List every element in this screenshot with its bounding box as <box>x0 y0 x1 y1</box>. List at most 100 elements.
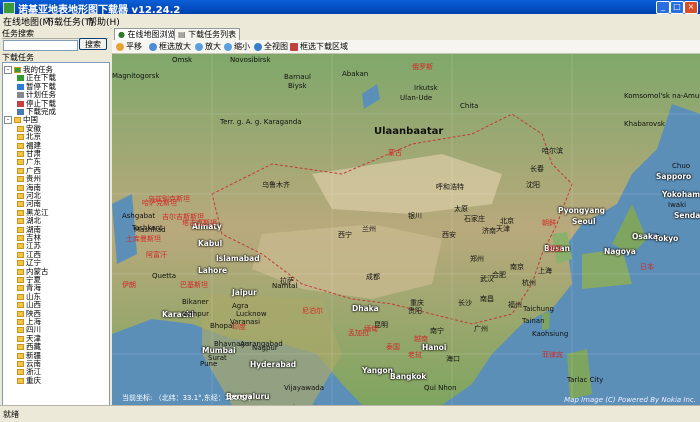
map-cn-label: 俄罗斯 <box>412 63 433 71</box>
map-cn-label: 泰国 <box>386 343 400 351</box>
map-label: Chita <box>460 102 479 110</box>
map-cn-label: 天津 <box>496 225 510 233</box>
menu-download-tasks[interactable]: 下载任务(T) <box>45 15 94 28</box>
map-cn-label: 南昌 <box>480 295 494 303</box>
folder-icon <box>17 293 24 300</box>
task-status-icon <box>17 92 24 99</box>
map-label: Barnaul <box>284 73 311 81</box>
tab-bar: ● 在线地图浏览 ▤ 下载任务列表 <box>112 28 700 41</box>
close-button[interactable]: × <box>684 1 698 14</box>
folder-icon <box>17 327 24 334</box>
map-cn-label: 南宁 <box>430 327 444 335</box>
map-cn-label: 缅甸 <box>364 325 378 333</box>
zoom-in-button[interactable]: 放大 <box>195 41 221 52</box>
minimize-button[interactable]: _ <box>656 1 670 14</box>
pan-button[interactable]: 平移 <box>116 41 142 52</box>
folder-icon <box>17 352 24 359</box>
zoom-in-icon <box>195 42 203 51</box>
map-label: Biysk <box>288 82 307 90</box>
title-bar: 诺基亚地表地形图下载器 v12.24.2 _ □ × <box>0 0 700 16</box>
maximize-button[interactable]: □ <box>670 1 684 14</box>
search-button[interactable]: 搜索 <box>79 38 107 50</box>
map-label: Islamabad <box>216 254 260 263</box>
zoom-out-label: 缩小 <box>234 42 250 51</box>
box-zoom-button[interactable]: 框选放大 <box>149 41 191 52</box>
map-label: Komsomol'sk na-Amure <box>624 92 700 100</box>
expand-icon[interactable]: - <box>4 116 12 125</box>
box-zoom-label: 框选放大 <box>159 42 191 51</box>
tab-download-list[interactable]: ▤ 下载任务列表 <box>174 28 241 40</box>
map-cn-label: 土库曼斯坦 <box>126 235 161 243</box>
folder-icon <box>17 335 24 342</box>
folder-icon <box>17 319 24 325</box>
menu-help[interactable]: 帮助(H) <box>88 15 120 28</box>
map-cn-label: 拉萨 <box>280 277 294 285</box>
tree-province-30[interactable]: 重庆 <box>17 376 41 385</box>
map-cn-label: 塔吉克斯坦 <box>182 219 217 227</box>
tab-download-list-label: 下载任务列表 <box>188 30 237 39</box>
box-download-button[interactable]: 框选下载区域 <box>290 41 348 52</box>
folder-icon <box>17 193 24 199</box>
status-bar: 就绪 <box>0 405 700 422</box>
map-label: Yokohama <box>662 190 700 199</box>
folder-icon <box>17 184 24 191</box>
map-cn-label: 成都 <box>366 273 380 281</box>
map-label: Bikaner <box>182 298 209 306</box>
map-coordinate-readout: 当前坐标: （北纬：33.1°,东经：120.5°） <box>122 394 256 402</box>
map-label: Sapporo <box>656 172 692 181</box>
map-label: Yangon <box>362 366 394 375</box>
map-label: Ulan-Ude <box>400 94 433 102</box>
map-cn-label: 菲律宾 <box>542 351 563 359</box>
map-cn-label: 石家庄 <box>464 215 485 223</box>
folder-icon <box>17 176 24 183</box>
map-label: Ulaanbaatar <box>374 126 444 137</box>
folder-icon <box>17 142 24 149</box>
task-status-icon <box>17 83 24 90</box>
map-cn-label: 哈尔滨 <box>542 147 563 155</box>
map-label: Kabul <box>198 239 223 248</box>
folder-icon <box>17 277 24 283</box>
hand-icon <box>116 42 124 51</box>
task-tree[interactable]: - 我的任务 正在下载 暂停下载 计划任务 停止下载 下载完成 - 中国 安徽 北京 福建 甘肃 广东 广西… <box>2 62 110 407</box>
folder-icon <box>17 344 24 351</box>
map-cn-label: 郑州 <box>470 255 484 263</box>
map-tab-icon: ● <box>118 30 125 39</box>
pan-label: 平移 <box>126 42 142 51</box>
map-cn-label: 贵阳 <box>408 307 422 315</box>
map-label: Vijayawada <box>284 384 324 392</box>
map-label: Omsk <box>172 56 193 64</box>
download-area-icon <box>290 42 298 51</box>
map-label: Mashhad <box>134 226 166 234</box>
zoom-out-icon <box>224 42 232 51</box>
folder-icon <box>17 125 24 132</box>
map-cn-label: 银川 <box>408 212 422 220</box>
map-cn-label: 越南 <box>414 335 428 343</box>
map-label: Bhopal <box>210 322 235 330</box>
globe-icon <box>254 42 262 51</box>
zoom-in-label: 放大 <box>205 42 221 51</box>
search-input[interactable] <box>3 40 78 51</box>
folder-icon <box>17 167 24 174</box>
full-view-label: 全视图 <box>264 42 288 51</box>
map-label: Lucknow <box>236 310 267 318</box>
map-cn-label: 兰州 <box>362 225 376 233</box>
map-label: Osaka <box>632 232 658 241</box>
map-cn-label: 呼和浩特 <box>436 183 464 191</box>
map-label: Tarlac City <box>567 376 604 384</box>
zoom-out-button[interactable]: 缩小 <box>224 41 250 52</box>
map-label: Tainan <box>522 317 545 325</box>
folder-icon <box>17 243 24 250</box>
map-label: Agra <box>232 302 249 310</box>
map-cn-label: 南京 <box>510 263 524 271</box>
expand-icon[interactable]: - <box>4 66 12 74</box>
map-cn-label: 西安 <box>442 231 456 239</box>
map-cn-label: 伊朗 <box>122 281 136 289</box>
folder-icon <box>17 134 24 141</box>
map-cn-label: 老挝 <box>408 351 422 359</box>
map-view[interactable]: Omsk Novosibirsk Magnitogorsk Barnaul Biysk A… <box>112 54 700 405</box>
full-view-button[interactable]: 全视图 <box>254 41 288 52</box>
folder-icon <box>17 268 24 275</box>
app-icon <box>3 2 15 14</box>
map-label: Jaipur <box>232 288 257 297</box>
map-label: Sendai <box>674 211 700 220</box>
